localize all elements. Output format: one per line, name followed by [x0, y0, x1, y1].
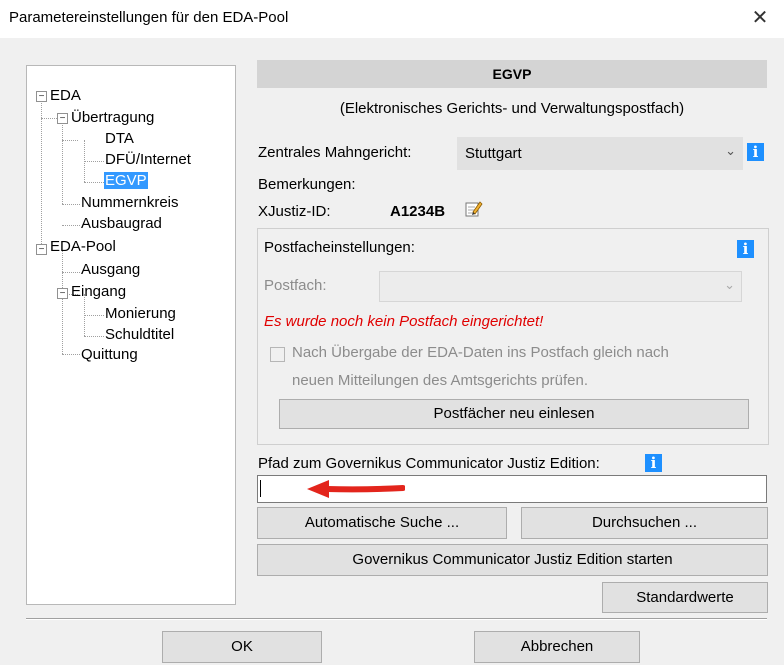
- postfaecher-neu-einlesen-button[interactable]: Postfächer neu einlesen: [279, 399, 749, 429]
- tree-item-dfu-internet[interactable]: DFÜ/Internet: [105, 151, 191, 168]
- durchsuchen-button[interactable]: Durchsuchen ...: [521, 507, 768, 539]
- ok-button[interactable]: OK: [162, 631, 322, 663]
- collapse-eda-pool-toggle[interactable]: −: [36, 244, 47, 255]
- tree-connector: [62, 250, 63, 354]
- bemerkungen-label: Bemerkungen:: [258, 176, 356, 193]
- postfach-group-title: Postfacheinstellungen:: [264, 239, 415, 256]
- close-icon[interactable]: ✕: [740, 2, 780, 34]
- tree-item-eingang[interactable]: Eingang: [71, 283, 126, 300]
- tree-item-egvp[interactable]: EGVP: [104, 172, 148, 189]
- text-caret: [260, 480, 261, 497]
- mahngericht-select[interactable]: Stuttgart ⌄: [457, 137, 743, 170]
- xjustiz-value: A1234B: [390, 203, 446, 220]
- edit-icon[interactable]: [465, 200, 483, 222]
- tree-connector: [62, 140, 78, 141]
- tree-item-quittung[interactable]: Quittung: [81, 346, 138, 363]
- info-icon[interactable]: i: [645, 454, 662, 472]
- mahngericht-value: Stuttgart: [465, 145, 522, 162]
- section-subtitle: (Elektronisches Gerichts- und Verwaltung…: [339, 100, 685, 117]
- mahngericht-label: Zentrales Mahngericht:: [258, 144, 412, 161]
- tree-item-ausbaugrad[interactable]: Ausbaugrad: [81, 215, 162, 232]
- collapse-eda-toggle[interactable]: −: [36, 91, 47, 102]
- collapse-eingang-toggle[interactable]: −: [57, 288, 68, 299]
- checkbox-label-line2: neuen Mitteilungen des Amtsgerichts prüf…: [292, 372, 589, 389]
- tree-connector: [62, 118, 63, 204]
- tree-item-ausgang[interactable]: Ausgang: [81, 261, 140, 278]
- chevron-down-icon: ⌄: [724, 277, 735, 292]
- tree-connector: [41, 118, 57, 119]
- footer-separator: [26, 618, 767, 620]
- tree-connector: [62, 204, 80, 205]
- tree-connector: [84, 161, 104, 162]
- window-title: Parametereinstellungen für den EDA-Pool: [9, 9, 289, 26]
- tree-item-monierung[interactable]: Monierung: [105, 305, 176, 322]
- postfach-label: Postfach:: [264, 277, 327, 294]
- tree-connector: [84, 182, 104, 183]
- tree-item-eda-pool[interactable]: EDA-Pool: [50, 238, 116, 255]
- pruefen-checkbox[interactable]: [270, 347, 285, 362]
- tree-connector: [84, 336, 104, 337]
- checkbox-label-line1: Nach Übergabe der EDA-Daten ins Postfach…: [292, 344, 669, 361]
- tree-item-uebertragung[interactable]: Übertragung: [71, 109, 154, 126]
- standardwerte-button[interactable]: Standardwerte: [602, 582, 768, 613]
- governikus-starten-button[interactable]: Governikus Communicator Justiz Edition s…: [257, 544, 768, 576]
- tree-item-schuldtitel[interactable]: Schuldtitel: [105, 326, 174, 343]
- chevron-down-icon: ⌄: [725, 143, 736, 158]
- tree-item-dta[interactable]: DTA: [105, 130, 134, 147]
- info-icon[interactable]: i: [747, 143, 764, 161]
- tree-connector: [62, 272, 80, 273]
- collapse-uebertragung-toggle[interactable]: −: [57, 113, 68, 124]
- settings-tree[interactable]: − − − − EDA Übertragung DTA DFÜ/Internet…: [26, 65, 236, 605]
- title-bar: Parametereinstellungen für den EDA-Pool …: [0, 0, 784, 38]
- postfach-select[interactable]: ⌄: [379, 271, 742, 302]
- tree-connector: [84, 315, 104, 316]
- tree-connector: [62, 225, 80, 226]
- tree-item-nummernkreis[interactable]: Nummernkreis: [81, 194, 179, 211]
- automatische-suche-button[interactable]: Automatische Suche ...: [257, 507, 507, 539]
- postfach-groupbox: Postfacheinstellungen: i Postfach: ⌄ Es …: [257, 228, 769, 445]
- info-icon[interactable]: i: [737, 240, 754, 258]
- abbrechen-button[interactable]: Abbrechen: [474, 631, 640, 663]
- tree-connector: [62, 354, 80, 355]
- xjustiz-label: XJustiz-ID:: [258, 203, 331, 220]
- tree-item-eda[interactable]: EDA: [50, 87, 81, 104]
- path-label: Pfad zum Governikus Communicator Justiz …: [258, 455, 600, 472]
- red-arrow-annotation: [307, 480, 405, 498]
- postfach-error: Es wurde noch kein Postfach eingerichtet…: [264, 313, 544, 330]
- section-header: EGVP: [257, 60, 767, 88]
